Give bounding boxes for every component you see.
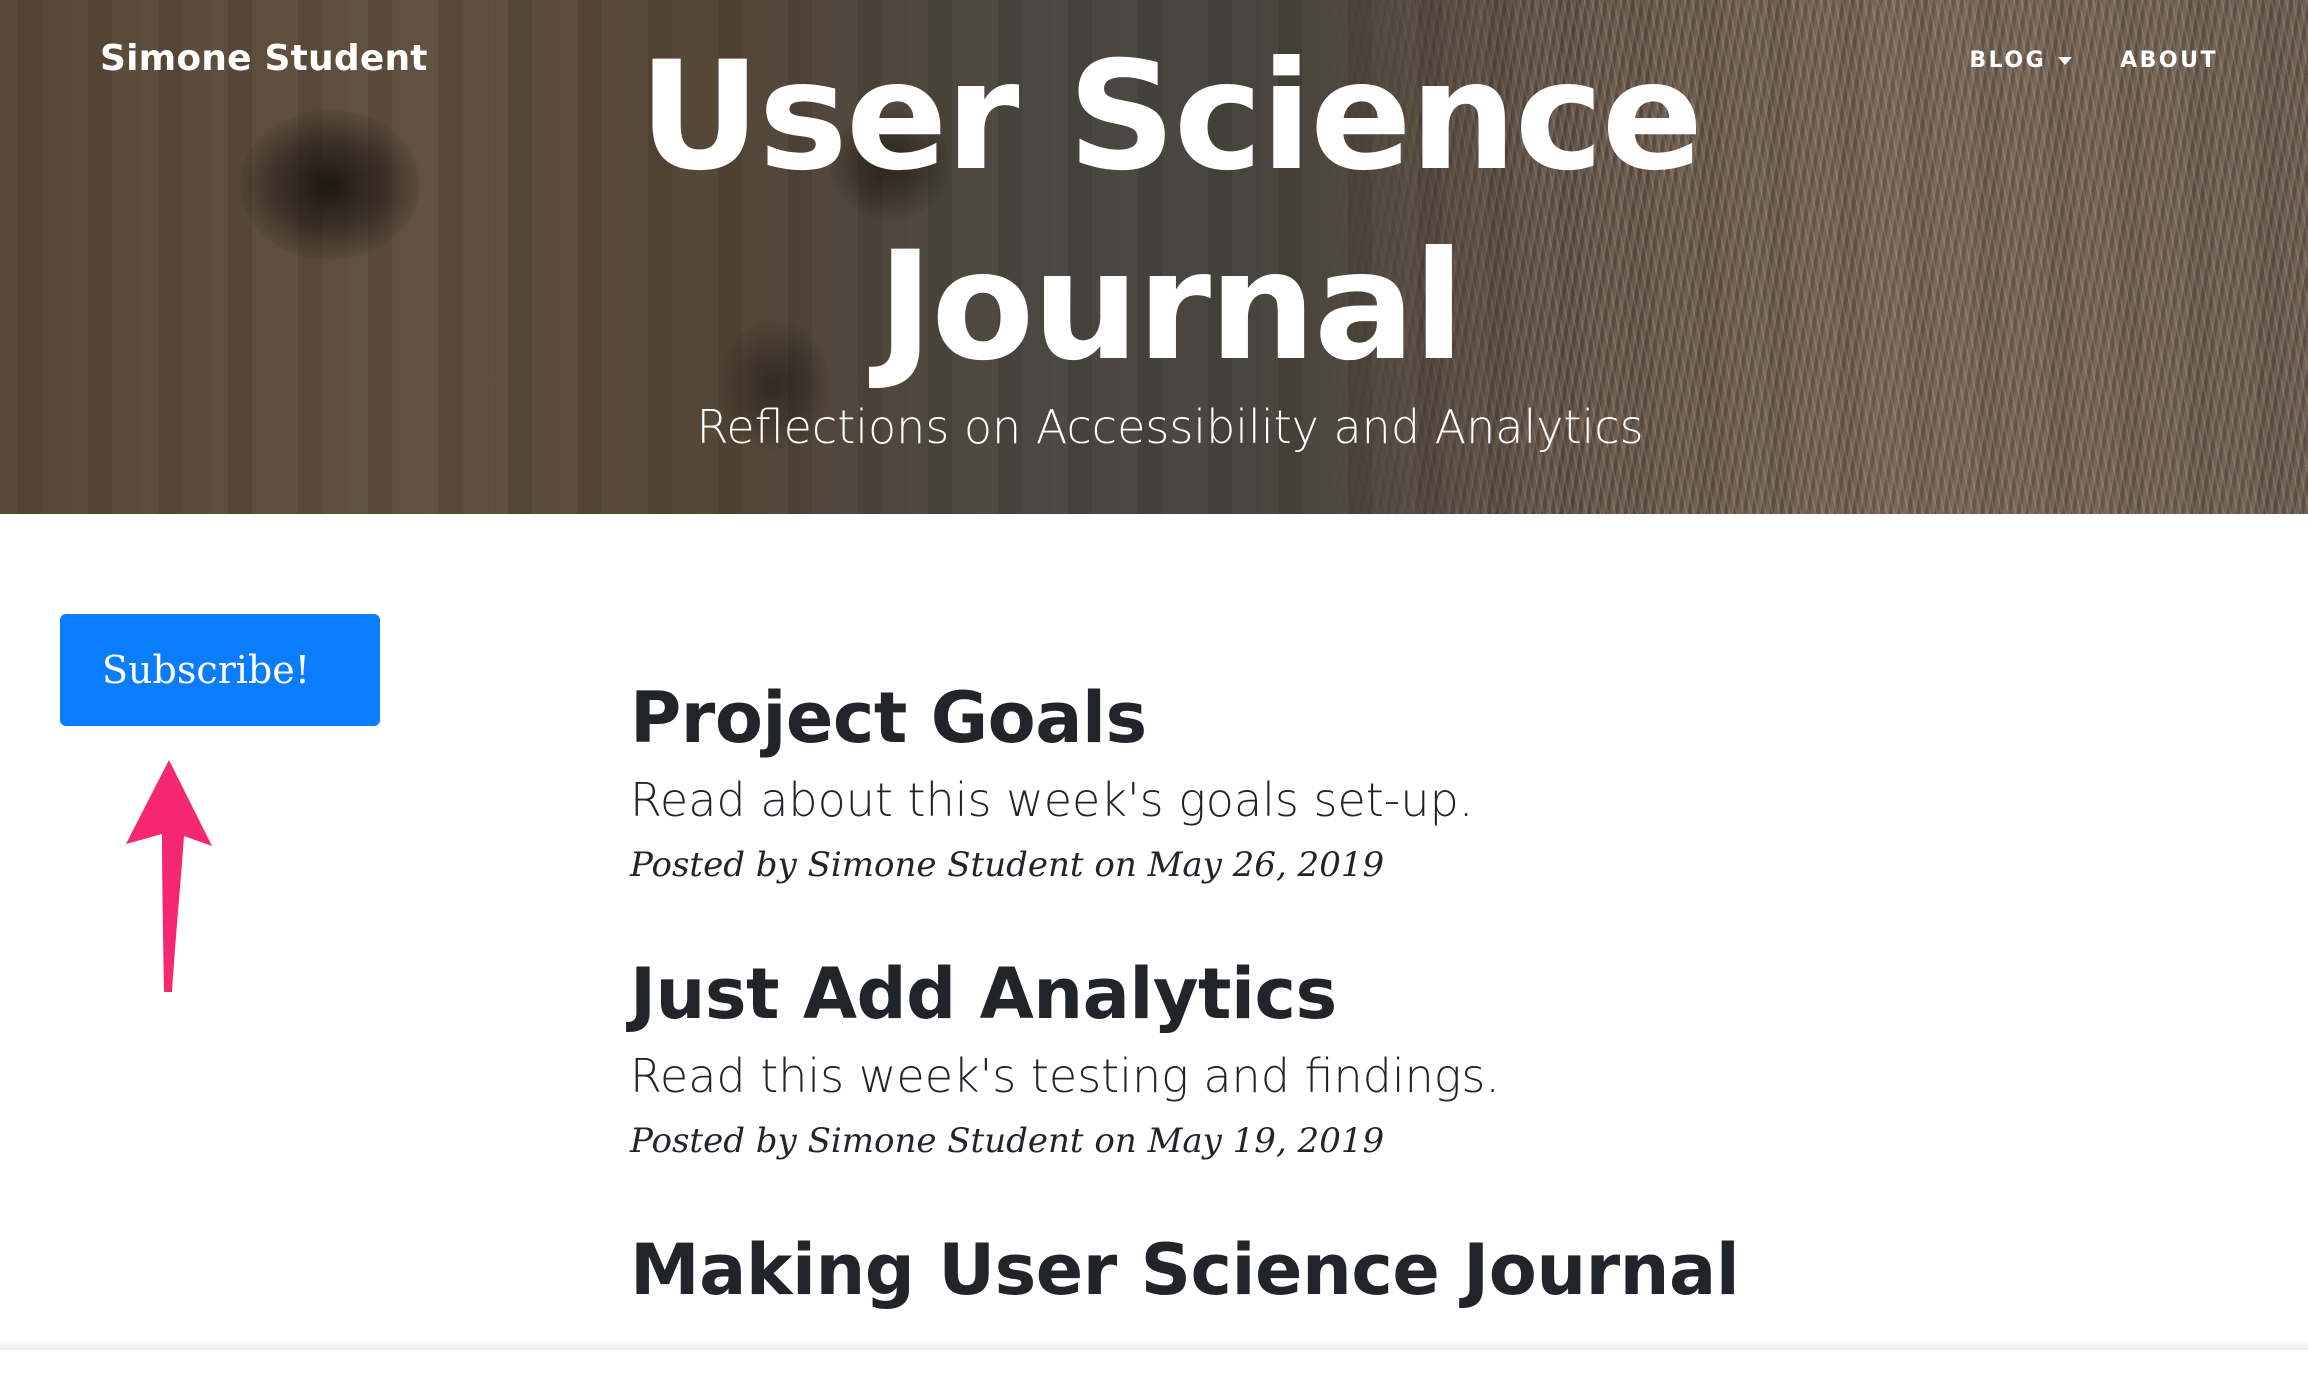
post-meta-on: on bbox=[1094, 845, 1136, 885]
page-header: Simone Student BLOG ABOUT User Science J… bbox=[0, 0, 2308, 514]
subscribe-button[interactable]: Subscribe! bbox=[60, 614, 380, 726]
post-meta-on: on bbox=[1094, 1121, 1136, 1161]
post-meta: Posted by Simone Student on May 26, 2019 bbox=[630, 842, 2030, 888]
post-author-link[interactable]: Simone Student bbox=[808, 845, 1084, 885]
post-subtitle: Read about this week's goals set-up. bbox=[630, 768, 2030, 832]
post-meta-prefix: Posted by bbox=[630, 1121, 797, 1161]
post-preview: Just Add Analytics Read this week's test… bbox=[630, 944, 2030, 1164]
post-meta-prefix: Posted by bbox=[630, 845, 797, 885]
site-title-line-1: User Science bbox=[0, 22, 2308, 212]
site-title-line-2: Journal bbox=[0, 212, 2308, 402]
post-date: May 19, 2019 bbox=[1148, 1121, 1385, 1161]
post-subtitle: Read this week's testing and findings. bbox=[630, 1044, 2030, 1108]
scroll-fade bbox=[0, 1340, 2308, 1350]
post-preview: Project Goals Read about this week's goa… bbox=[630, 668, 2030, 888]
post-title-link[interactable]: Project Goals bbox=[630, 668, 2030, 768]
site-title: User Science Journal bbox=[0, 22, 2308, 402]
up-arrow-icon bbox=[126, 760, 212, 992]
post-list: Project Goals Read about this week's goa… bbox=[630, 668, 2030, 1376]
post-date: May 26, 2019 bbox=[1148, 845, 1385, 885]
post-title-link[interactable]: Just Add Analytics bbox=[630, 944, 2030, 1044]
site-subtitle: Reflections on Accessibility and Analyti… bbox=[0, 400, 2308, 454]
post-preview: Making User Science Journal bbox=[630, 1220, 2030, 1320]
post-author-link[interactable]: Simone Student bbox=[808, 1121, 1084, 1161]
post-title-link[interactable]: Making User Science Journal bbox=[630, 1220, 2030, 1320]
post-meta: Posted by Simone Student on May 19, 2019 bbox=[630, 1118, 2030, 1164]
